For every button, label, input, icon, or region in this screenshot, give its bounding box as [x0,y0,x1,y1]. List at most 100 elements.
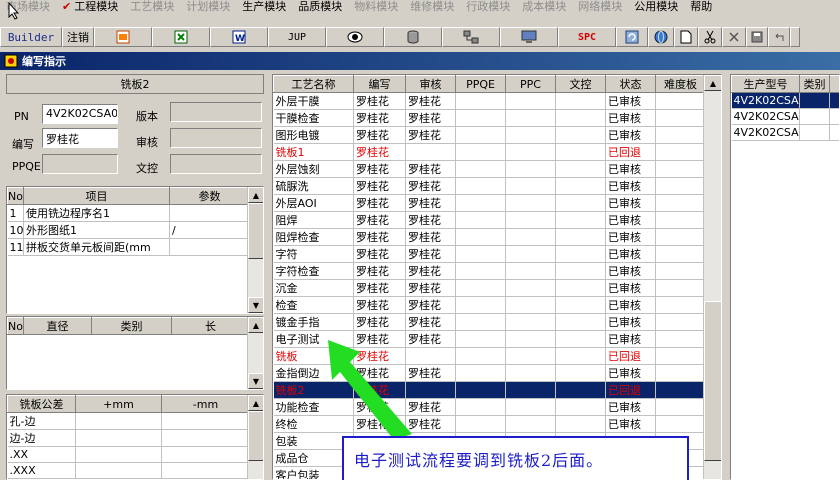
tools-col-no[interactable]: No [7,317,24,335]
params-cell[interactable]: / [169,221,250,239]
process-cell[interactable] [555,364,606,382]
process-cell[interactable] [555,296,606,314]
process-cell[interactable]: 罗桂花 [353,296,406,314]
model-code-cell[interactable]: 4V2K02CSA0 [731,92,800,109]
version-field[interactable] [170,102,262,122]
process-cell[interactable] [505,398,556,416]
process-cell[interactable]: 罗桂花 [353,177,406,195]
process-cell[interactable] [655,381,706,399]
process-cell[interactable] [655,245,706,263]
model-code-cell[interactable]: 4V2K02CSA0 [731,124,800,141]
process-cell[interactable]: 罗桂花 [353,228,406,246]
process-cell[interactable] [555,245,606,263]
process-cell[interactable]: 已审核 [605,109,656,127]
params-col-value[interactable]: 参数 [169,187,250,205]
reviewer-field[interactable] [170,128,262,148]
process-col-header[interactable]: PPC [505,75,556,93]
process-col-header[interactable]: 状态 [605,75,656,93]
process-cell[interactable]: 已审核 [605,245,656,263]
model-cell[interactable] [829,124,839,141]
process-cell[interactable] [505,364,556,382]
process-cell[interactable] [555,92,606,110]
tolerance-row[interactable]: 边-边 [7,429,250,447]
menu-item-6[interactable]: 物料模块 [348,0,404,14]
process-cell[interactable] [505,177,556,195]
process-cell[interactable] [455,381,506,399]
process-cell[interactable] [655,296,706,314]
tolerance-cell[interactable] [161,446,250,463]
process-cell[interactable]: 已回退 [605,347,656,365]
menu-item-9[interactable]: 成本模块 [516,0,572,14]
process-cell[interactable]: 罗桂花 [405,245,456,263]
model-grid[interactable]: 生产型号 类别 $ 4V2K02CSA04V2K02CSA04V2K02CSA0 [730,74,840,480]
process-cell[interactable] [455,313,506,331]
writer-field[interactable]: 罗桂花 [42,128,118,148]
scroll-thumb[interactable] [248,203,263,259]
process-cell[interactable]: 已审核 [605,296,656,314]
pn-field[interactable]: 4V2K02CSA0 [42,104,118,124]
params-cell[interactable]: 1 [7,204,24,222]
tolerance-cell[interactable] [161,462,250,479]
doc-control-field[interactable] [170,154,262,174]
tolerance-cell[interactable] [161,429,250,447]
model-col-type[interactable]: 类别 [799,75,830,93]
process-cell[interactable] [455,194,506,212]
scroll-down-icon[interactable]: ▼ [248,373,263,389]
process-cell[interactable]: 罗桂花 [353,160,406,178]
tools-col-diameter[interactable]: 直径 [23,317,92,335]
model-row[interactable]: 4V2K02CSA0 [731,92,839,109]
process-cell[interactable]: 已审核 [605,126,656,144]
delete-button[interactable] [722,27,746,47]
process-cell[interactable]: 罗桂花 [353,211,406,229]
table-row[interactable]: 外层蚀刻 罗桂花 罗桂花 已审核 [273,160,706,178]
process-cell[interactable]: 已审核 [605,364,656,382]
process-cell[interactable]: 罗桂花 [405,228,456,246]
params-row[interactable]: 10 外形图纸1/ [7,221,250,239]
process-cell[interactable] [655,262,706,280]
process-cell[interactable] [505,415,556,433]
spc-button[interactable]: SPC [558,27,616,47]
process-cell[interactable] [555,211,606,229]
process-cell[interactable]: 已审核 [605,194,656,212]
process-cell[interactable]: 外层干膜 [273,92,354,110]
tolerance-cell[interactable] [75,462,162,479]
process-cell[interactable]: 罗桂花 [405,211,456,229]
params-col-no[interactable]: No [7,187,24,205]
process-cell[interactable] [555,381,606,399]
scroll-thumb[interactable] [248,411,263,461]
scroll-up-icon[interactable]: ▲ [248,395,263,411]
process-cell[interactable] [555,228,606,246]
process-cell[interactable] [505,143,556,161]
process-cell[interactable]: 已审核 [605,92,656,110]
scroll-up-icon[interactable]: ▲ [248,317,263,333]
process-cell[interactable]: 罗桂花 [353,194,406,212]
logout-button[interactable]: 注销 [62,27,94,47]
process-cell[interactable]: 铣板1 [273,143,354,161]
process-cell[interactable] [555,143,606,161]
params-col-item[interactable]: 项目 [23,187,170,205]
tolerance-row[interactable]: .XXX [7,462,250,479]
process-cell[interactable] [555,415,606,433]
process-cell[interactable] [655,228,706,246]
process-cell[interactable]: 外层蚀刻 [273,160,354,178]
model-col-code[interactable]: 生产型号 [731,75,800,93]
scroll-up-icon[interactable]: ▲ [248,187,263,203]
tolerance-cell[interactable] [75,446,162,463]
overflow-button[interactable] [790,27,800,47]
process-cell[interactable]: 罗桂花 [405,296,456,314]
table-row[interactable]: 字符检查 罗桂花 罗桂花 已审核 [273,262,706,280]
process-cell[interactable]: 罗桂花 [405,313,456,331]
params-cell[interactable]: 11 [7,238,24,256]
tools-grid[interactable]: No 直径 类别 长 ▲ ▼ [6,316,264,390]
database-button[interactable] [384,27,442,47]
process-cell[interactable] [655,279,706,297]
process-cell[interactable] [655,126,706,144]
tolerance-row[interactable]: 孔-边 [7,412,250,430]
process-cell[interactable] [455,160,506,178]
process-cell[interactable]: 字符检查 [273,262,354,280]
table-row[interactable]: 字符 罗桂花 罗桂花 已审核 [273,245,706,263]
table-row[interactable]: 铣板1 罗桂花 已回退 [273,143,706,161]
process-cell[interactable]: 镀金手指 [273,313,354,331]
process-col-header[interactable]: PPQE [455,75,506,93]
process-cell[interactable] [455,211,506,229]
